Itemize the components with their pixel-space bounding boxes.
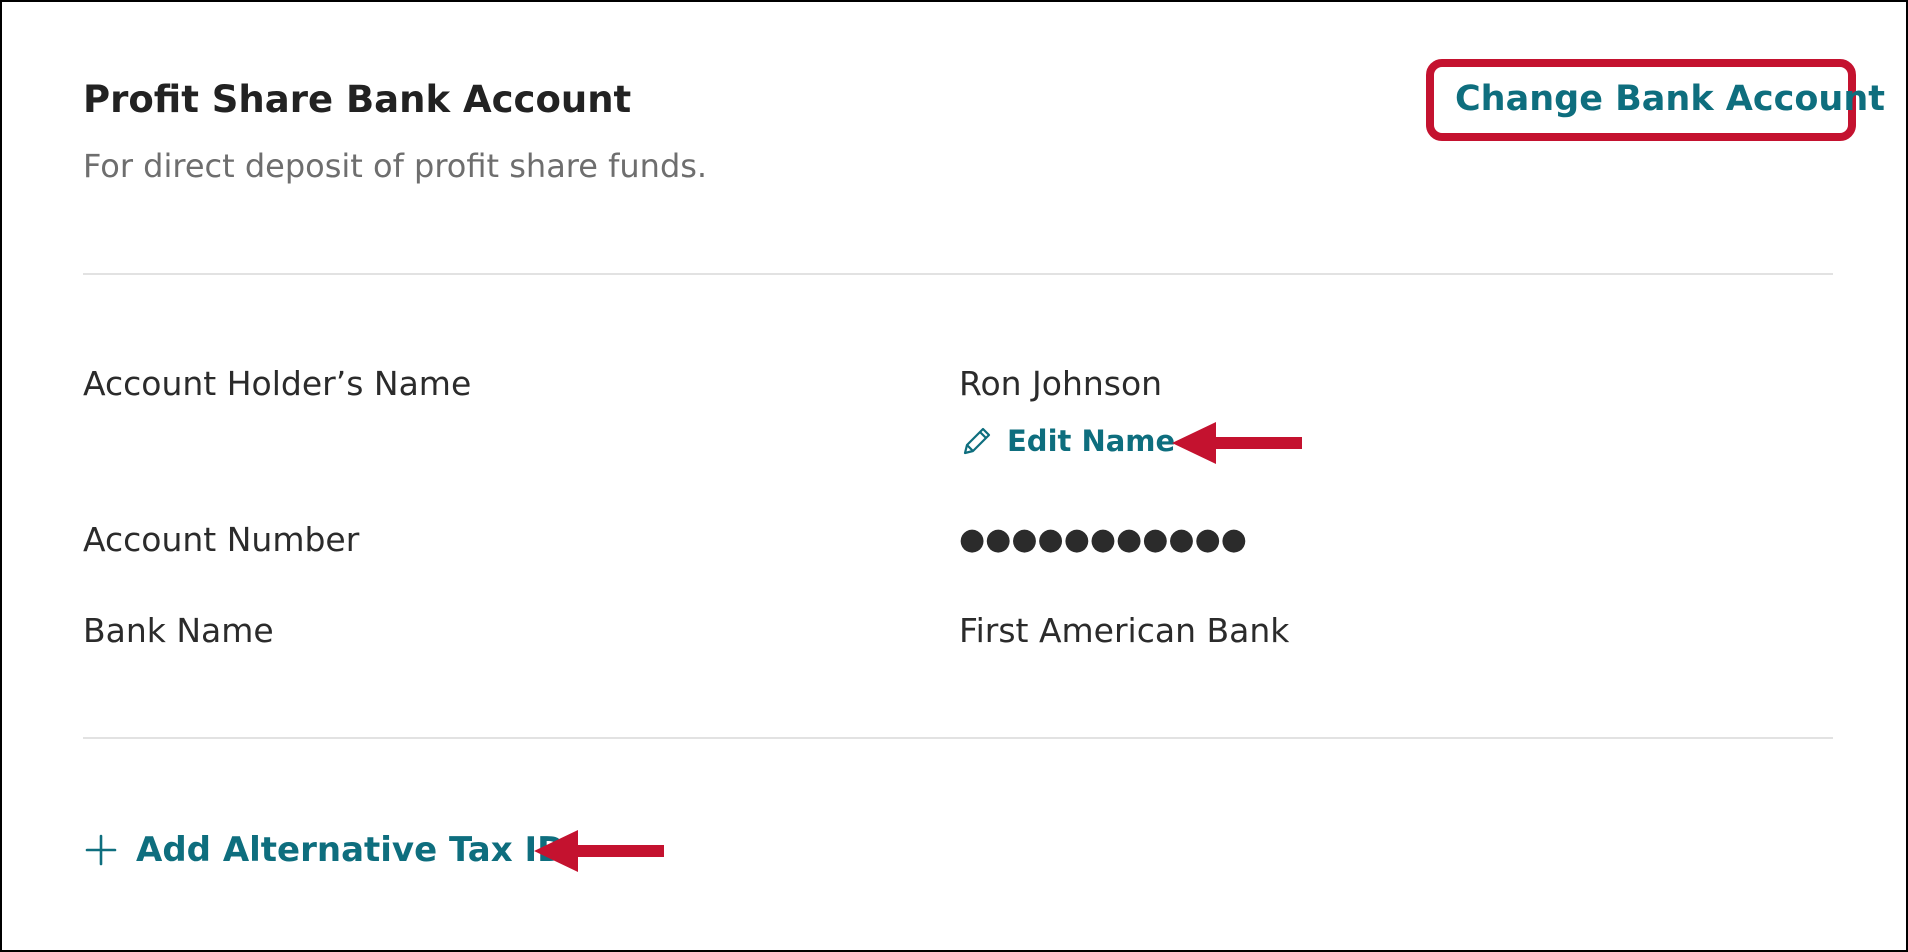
left-arrow-icon [1172, 422, 1302, 464]
pencil-icon [959, 423, 995, 459]
edit-name-button[interactable]: Edit Name [959, 421, 1175, 461]
divider-top [83, 273, 1833, 275]
bank-name-label: Bank Name [83, 611, 274, 650]
account-holder-name-value: Ron Johnson [959, 364, 1163, 403]
add-alternative-tax-id-button[interactable]: Add Alternative Tax ID [84, 828, 565, 872]
bank-account-card: Profit Share Bank Account For direct dep… [0, 0, 1908, 952]
add-alternative-tax-id-label: Add Alternative Tax ID [136, 830, 566, 870]
divider-bottom [83, 737, 1833, 739]
left-arrow-icon [534, 830, 664, 872]
page-subtitle: For direct deposit of profit share funds… [83, 147, 708, 185]
change-bank-account-link[interactable]: Change Bank Account [1455, 79, 1885, 119]
account-holder-name-label: Account Holder’s Name [83, 364, 472, 403]
account-number-label: Account Number [83, 520, 360, 559]
account-number-value: ●●●●●●●●●●● [959, 522, 1247, 557]
bank-name-value: First American Bank [959, 611, 1290, 650]
edit-name-label: Edit Name [1007, 424, 1176, 458]
page-title: Profit Share Bank Account [83, 78, 632, 121]
plus-icon [84, 833, 118, 867]
